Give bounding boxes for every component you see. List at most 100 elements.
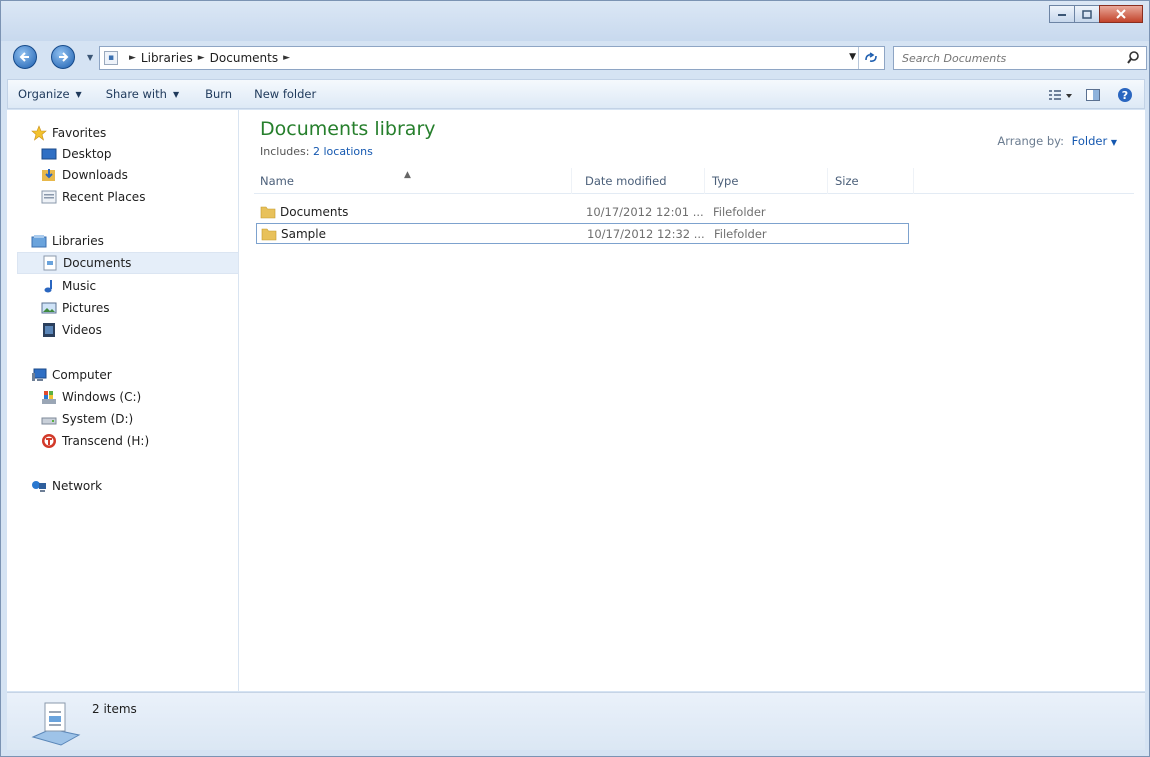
arrange-by-dropdown[interactable]: Folder ▼ bbox=[1072, 134, 1117, 148]
sidebar-label-documents: Documents bbox=[63, 256, 132, 270]
sidebar-label-downloads: Downloads bbox=[62, 168, 128, 182]
change-view-button[interactable] bbox=[1048, 84, 1074, 106]
sidebar-label-pictures: Pictures bbox=[62, 301, 110, 315]
table-row-selected[interactable]: Sample 10/17/2012 12:32 ... Filefolder bbox=[256, 223, 909, 244]
sidebar-item-computer[interactable]: Computer bbox=[31, 364, 112, 386]
organize-label: Organize bbox=[18, 87, 70, 101]
burn-label: Burn bbox=[205, 87, 233, 101]
library-title: Documents library bbox=[260, 118, 436, 140]
arrange-by-value: Folder bbox=[1071, 134, 1108, 148]
column-header-type[interactable]: Type bbox=[706, 168, 828, 194]
network-icon bbox=[32, 481, 46, 492]
chevron-down-icon: ▼ bbox=[172, 89, 180, 99]
preview-pane-button[interactable] bbox=[1080, 84, 1106, 106]
sidebar-label-transcend-h: Transcend (H:) bbox=[62, 434, 150, 448]
arrange-by: Arrange by: Folder ▼ bbox=[997, 134, 1117, 148]
back-arrow-icon bbox=[19, 52, 29, 62]
title-bar bbox=[1, 1, 1149, 41]
refresh-button[interactable] bbox=[858, 47, 882, 69]
sidebar-label-favorites: Favorites bbox=[52, 126, 107, 140]
item-count: 2 items bbox=[92, 702, 137, 716]
column-type-label: Type bbox=[712, 174, 739, 188]
refresh-icon bbox=[864, 52, 877, 62]
table-row[interactable]: Documents 10/17/2012 12:01 ... Filefolde… bbox=[256, 202, 909, 223]
chevron-right-icon[interactable]: ► bbox=[129, 53, 136, 63]
sidebar-label-network: Network bbox=[52, 479, 103, 493]
breadcrumb-libraries[interactable]: Libraries bbox=[141, 51, 193, 65]
explorer-window: ▼ ▪ ► Libraries ► Documents ► ▼ Organize… bbox=[0, 0, 1150, 757]
hard-drive-icon bbox=[41, 417, 57, 425]
close-icon bbox=[1116, 9, 1126, 19]
window-controls bbox=[1049, 5, 1143, 23]
sidebar-item-network[interactable]: Network bbox=[31, 475, 102, 497]
share-with-menu[interactable]: Share with ▼ bbox=[96, 81, 189, 107]
sidebar-item-pictures[interactable]: Pictures bbox=[41, 297, 110, 319]
sidebar-item-videos[interactable]: Videos bbox=[41, 319, 102, 341]
chevron-right-icon[interactable]: ► bbox=[283, 53, 290, 63]
sidebar-item-recent-places[interactable]: Recent Places bbox=[41, 186, 145, 208]
burn-button[interactable]: Burn bbox=[195, 81, 242, 107]
sidebar-label-music: Music bbox=[62, 279, 97, 293]
organize-menu[interactable]: Organize ▼ bbox=[8, 81, 92, 107]
downloads-icon bbox=[42, 169, 55, 181]
includes-label: Includes: bbox=[260, 145, 310, 158]
sidebar-item-music[interactable]: Music bbox=[41, 275, 96, 297]
back-button[interactable] bbox=[13, 45, 37, 69]
content-area: Favorites Desktop Downloads Recent Place… bbox=[7, 110, 1145, 691]
libraries-icon bbox=[31, 235, 47, 248]
address-bar[interactable]: ▪ ► Libraries ► Documents ► ▼ bbox=[99, 46, 885, 70]
breadcrumb-documents[interactable]: Documents bbox=[210, 51, 278, 65]
videos-icon bbox=[43, 323, 55, 337]
music-icon bbox=[44, 280, 52, 293]
recent-places-icon bbox=[41, 190, 57, 204]
maximize-button[interactable] bbox=[1074, 5, 1100, 23]
column-size-label: Size bbox=[835, 174, 859, 188]
navigation-pane: Favorites Desktop Downloads Recent Place… bbox=[7, 110, 239, 691]
sidebar-item-libraries[interactable]: Libraries bbox=[31, 230, 104, 252]
view-details-icon bbox=[1049, 90, 1072, 100]
command-bar: Organize ▼ Share with ▼ Burn New folder bbox=[7, 79, 1145, 109]
view-controls: ? bbox=[1042, 84, 1138, 106]
sidebar-item-downloads[interactable]: Downloads bbox=[41, 164, 128, 186]
file-name: Documents bbox=[280, 205, 349, 219]
sidebar-item-windows-c[interactable]: Windows (C:) bbox=[41, 386, 141, 408]
minimize-button[interactable] bbox=[1049, 5, 1075, 23]
new-folder-label: New folder bbox=[254, 87, 317, 101]
sidebar-label-computer: Computer bbox=[52, 368, 112, 382]
minimize-icon bbox=[1058, 14, 1066, 16]
help-icon: ? bbox=[1118, 88, 1132, 102]
column-header-date-modified[interactable]: Date modified bbox=[579, 168, 705, 194]
sidebar-item-system-d[interactable]: System (D:) bbox=[41, 408, 133, 430]
sidebar-item-favorites[interactable]: Favorites bbox=[31, 122, 106, 144]
recent-pages-dropdown[interactable]: ▼ bbox=[87, 53, 93, 62]
file-type: Filefolder bbox=[713, 205, 766, 219]
address-dropdown-icon[interactable]: ▼ bbox=[849, 52, 856, 62]
forward-arrow-icon bbox=[59, 52, 69, 62]
sidebar-item-documents[interactable]: Documents bbox=[17, 252, 239, 274]
sidebar-label-system-d: System (D:) bbox=[62, 412, 134, 426]
help-button[interactable]: ? bbox=[1112, 84, 1138, 106]
removable-drive-icon bbox=[42, 434, 56, 448]
sidebar-item-transcend-h[interactable]: Transcend (H:) bbox=[41, 430, 149, 452]
column-header-name[interactable]: Name ▲ bbox=[254, 168, 572, 194]
column-header-size[interactable]: Size bbox=[829, 168, 914, 194]
forward-button[interactable] bbox=[51, 45, 75, 69]
sidebar-item-desktop[interactable]: Desktop bbox=[41, 143, 112, 165]
desktop-icon bbox=[41, 148, 57, 160]
sidebar-label-videos: Videos bbox=[62, 323, 102, 337]
close-button[interactable] bbox=[1099, 5, 1143, 23]
new-folder-button[interactable]: New folder bbox=[244, 81, 326, 107]
chevron-down-icon: ▼ bbox=[1110, 138, 1117, 147]
search-box[interactable] bbox=[893, 46, 1147, 70]
file-date: 10/17/2012 12:01 ... bbox=[586, 205, 704, 219]
chevron-down-icon: ▼ bbox=[75, 89, 82, 99]
search-input[interactable] bbox=[894, 47, 1114, 69]
status-bar: 2 items bbox=[7, 692, 1145, 750]
preview-pane-icon bbox=[1086, 89, 1100, 101]
locations-link[interactable]: 2 locations bbox=[313, 145, 373, 158]
file-name: Sample bbox=[281, 227, 326, 241]
column-name-label: Name bbox=[260, 174, 294, 188]
chevron-right-icon[interactable]: ► bbox=[198, 53, 205, 63]
file-type: Filefolder bbox=[714, 227, 767, 241]
search-icon[interactable] bbox=[1126, 50, 1140, 66]
